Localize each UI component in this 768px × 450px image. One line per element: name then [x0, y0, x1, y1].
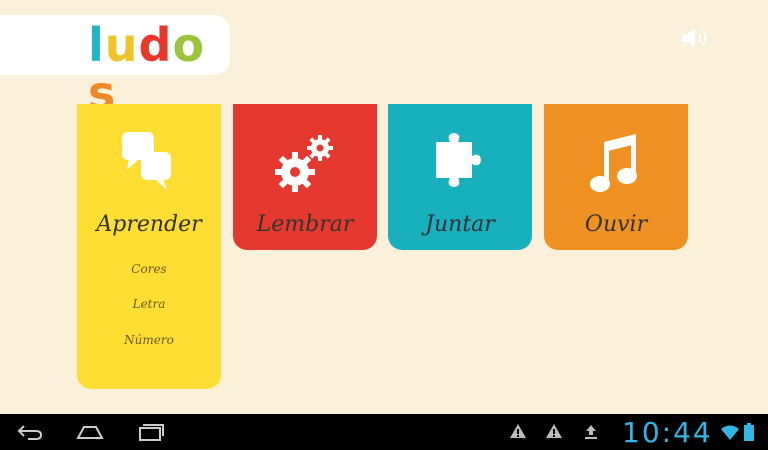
logo-letter-d: d — [138, 18, 173, 72]
warning-icon[interactable] — [545, 422, 563, 444]
logo-container: ludos — [0, 15, 230, 117]
gears-icon — [233, 130, 377, 200]
card-ouvir[interactable]: Ouvir — [544, 104, 688, 250]
subitem-letra[interactable]: Letra — [77, 297, 221, 311]
back-icon[interactable] — [16, 422, 44, 446]
card-juntar[interactable]: Juntar — [388, 104, 532, 250]
card-label-aprender: Aprender — [96, 212, 202, 237]
music-note-icon — [544, 130, 688, 200]
subitem-numero[interactable]: Número — [77, 333, 221, 347]
subitem-cores[interactable]: Cores — [77, 262, 221, 276]
recent-apps-icon[interactable] — [137, 422, 165, 446]
card-label-lembrar: Lembrar — [256, 212, 354, 237]
wifi-icon — [720, 424, 740, 444]
battery-icon — [744, 423, 754, 445]
card-aprender[interactable]: Aprender Cores Letra Número — [77, 104, 221, 389]
logo-letter-u: u — [104, 18, 139, 72]
speaker-icon[interactable] — [680, 26, 712, 50]
logo-letter-o: o — [172, 18, 206, 72]
puzzle-piece-icon — [388, 130, 532, 200]
card-label-juntar: Juntar — [425, 212, 495, 237]
ludos-logo: ludos — [88, 21, 230, 117]
clock: 10:44 — [622, 416, 713, 449]
card-label-ouvir: Ouvir — [584, 212, 648, 237]
warning-icon[interactable] — [509, 422, 527, 444]
upload-icon[interactable] — [582, 422, 600, 444]
system-navigation-bar: 10:44 — [0, 414, 768, 450]
home-icon[interactable] — [74, 422, 106, 446]
logo-letter-l: l — [88, 18, 105, 72]
card-lembrar[interactable]: Lembrar — [233, 104, 377, 250]
speech-bubbles-icon — [77, 130, 221, 200]
